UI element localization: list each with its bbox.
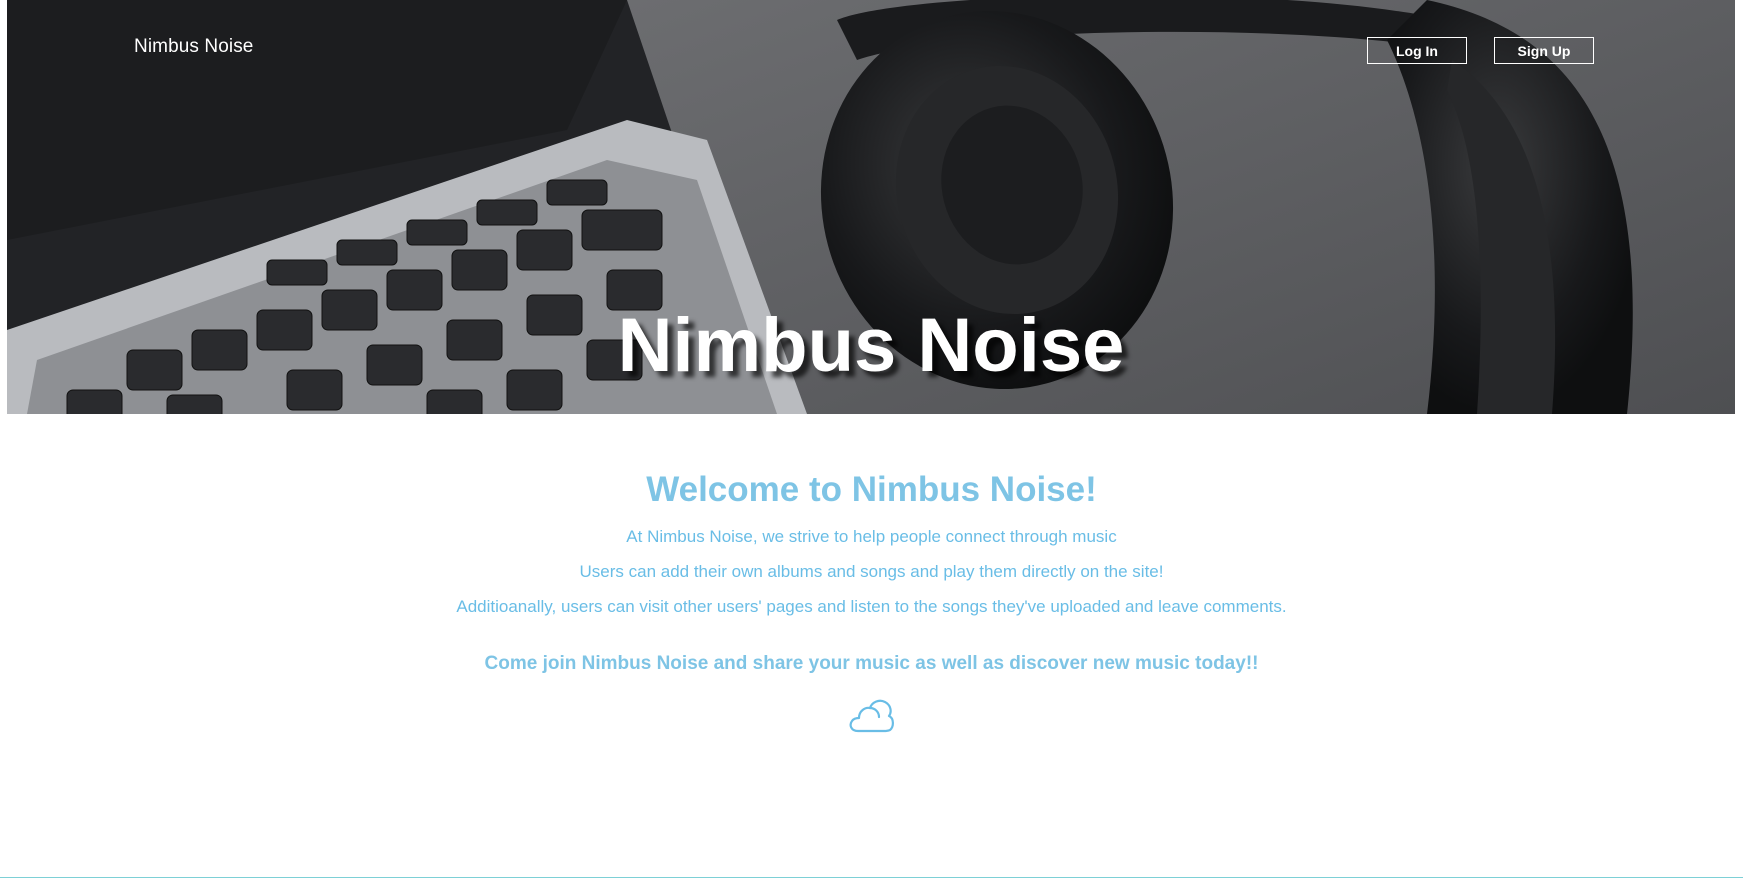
call-to-action: Come join Nimbus Noise and share your mu… bbox=[484, 653, 1259, 674]
login-button[interactable]: Log In bbox=[1367, 37, 1467, 64]
welcome-heading: Welcome to Nimbus Noise! bbox=[646, 470, 1097, 509]
cloud-icon bbox=[849, 699, 894, 733]
community-paragraph: Additioanally, users can visit other use… bbox=[456, 597, 1287, 616]
site-brand[interactable]: Nimbus Noise bbox=[134, 36, 253, 58]
hero-title: Nimbus Noise bbox=[617, 303, 1125, 388]
hero-banner: Nimbus Noise Log In Sign Up Nimbus Noise bbox=[7, 0, 1735, 414]
features-paragraph: Users can add their own albums and songs… bbox=[579, 562, 1164, 581]
intro-paragraph: At Nimbus Noise, we strive to help peopl… bbox=[626, 527, 1117, 546]
signup-button[interactable]: Sign Up bbox=[1494, 37, 1594, 64]
